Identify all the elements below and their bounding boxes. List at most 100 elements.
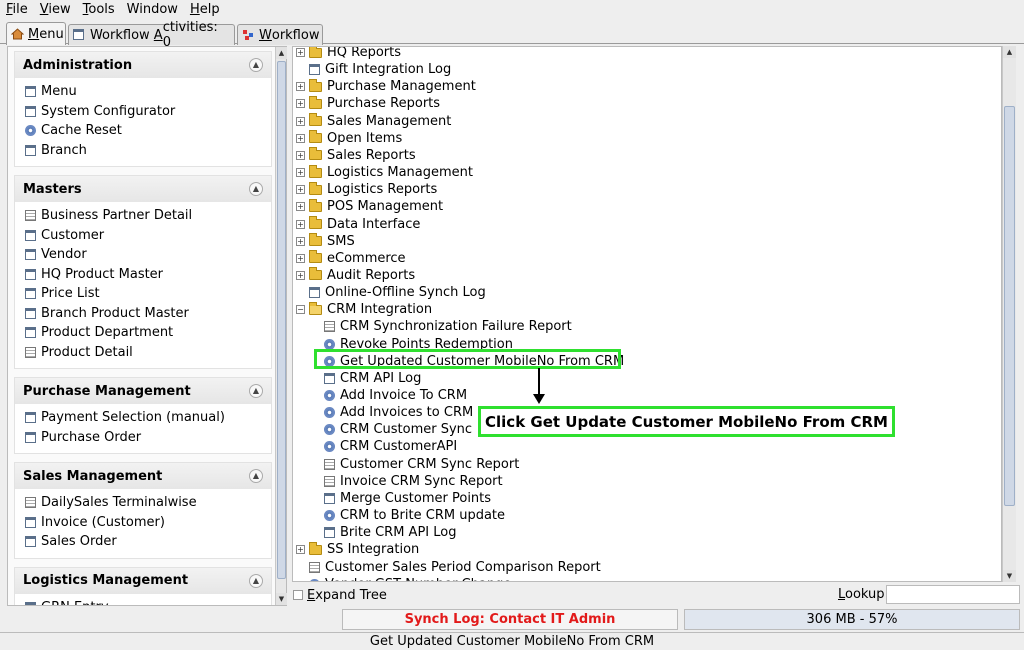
tree-scrollbar[interactable]: ▲ ▼ [1002, 46, 1016, 582]
tree-node[interactable]: CRM Synchronization Failure Report [311, 318, 572, 335]
section-header[interactable]: Logistics Management ▲ [15, 567, 271, 594]
expand-node-icon[interactable]: + [296, 236, 305, 246]
tree-node[interactable]: Customer CRM Sync Report [311, 456, 519, 473]
tree-folder[interactable]: + HQ Reports [296, 47, 401, 61]
tree-folder[interactable]: + Logistics Reports [296, 181, 437, 198]
scroll-up-icon[interactable]: ▲ [1003, 46, 1016, 58]
section-header[interactable]: Masters ▲ [15, 176, 271, 202]
expand-node-icon[interactable]: + [296, 133, 305, 143]
expand-node-icon[interactable]: + [296, 168, 305, 178]
section-header[interactable]: Purchase Management ▲ [15, 378, 271, 404]
favorite-item[interactable]: Sales Order [15, 532, 271, 552]
window-icon [309, 287, 320, 299]
favorite-item[interactable]: Vendor [15, 245, 271, 265]
tree-folder[interactable]: + Purchase Management [296, 78, 476, 95]
favorite-item[interactable]: Product Detail [15, 343, 271, 363]
tree-folder[interactable]: + Data Interface [296, 216, 420, 233]
tree-node-label: Sales Reports [327, 147, 416, 163]
tree-folder[interactable]: + POS Management [296, 198, 443, 215]
menu-window[interactable]: Window [121, 0, 184, 20]
menu-tools[interactable]: Tools [77, 0, 121, 20]
expand-node-icon[interactable]: + [296, 99, 305, 109]
favorite-item[interactable]: GRN Entry [15, 598, 271, 605]
collapse-icon[interactable]: ▲ [249, 58, 263, 72]
tree-folder[interactable]: + Open Items [296, 130, 402, 147]
expand-node-icon[interactable]: + [296, 253, 305, 263]
tree-folder[interactable]: + Logistics Management [296, 164, 473, 181]
menu-view[interactable]: View [34, 0, 77, 20]
tab-workflow-activities[interactable]: Workflow Activities: 0 [68, 20, 235, 50]
tree-folder[interactable]: + Sales Management [296, 113, 451, 130]
tree-node[interactable]: CRM to Brite CRM update [311, 507, 505, 524]
tree-folder[interactable]: + Audit Reports [296, 267, 415, 284]
tree-node[interactable]: CRM CustomerAPI [311, 438, 457, 455]
tree-folder[interactable]: + Purchase Reports [296, 95, 440, 112]
favorite-item[interactable]: HQ Product Master [15, 265, 271, 285]
checkbox-icon[interactable] [293, 590, 303, 600]
expand-node-icon[interactable]: + [296, 82, 305, 92]
scroll-down-icon[interactable]: ▼ [1003, 570, 1016, 582]
expand-node-icon[interactable]: + [296, 219, 305, 229]
tree-node[interactable]: Brite CRM API Log [311, 524, 456, 541]
collapse-node-icon[interactable]: − [296, 305, 305, 315]
scrollbar-thumb[interactable] [1004, 106, 1015, 506]
collapse-icon[interactable]: ▲ [249, 573, 263, 588]
section-header[interactable]: Sales Management ▲ [15, 463, 271, 489]
favorite-item[interactable]: Purchase Order [15, 428, 271, 448]
expand-node-icon[interactable]: + [296, 202, 305, 212]
expand-node-icon[interactable]: + [296, 150, 305, 160]
expand-node-icon[interactable]: + [296, 185, 305, 195]
scroll-up-icon[interactable]: ▲ [276, 47, 287, 59]
collapse-icon[interactable]: ▲ [249, 469, 263, 483]
tree-node[interactable]: Merge Customer Points [311, 490, 491, 507]
tree-node[interactable]: Gift Integration Log [296, 61, 451, 78]
menu-file[interactable]: File [0, 0, 34, 20]
expand-node-icon[interactable]: + [296, 270, 305, 280]
expand-node-icon[interactable]: + [296, 545, 305, 555]
collapse-icon[interactable]: ▲ [249, 182, 263, 196]
collapse-icon[interactable]: ▲ [249, 384, 263, 398]
tab-workflow[interactable]: Workflow [237, 24, 323, 45]
expand-node-icon[interactable]: + [296, 48, 305, 57]
favorite-item[interactable]: Business Partner Detail [15, 206, 271, 226]
tree-node[interactable]: Add Invoices to CRM [311, 404, 473, 421]
section-header[interactable]: Administration ▲ [15, 52, 271, 78]
favorite-item[interactable]: System Configurator [15, 102, 271, 122]
tree-folder[interactable]: + Sales Reports [296, 147, 416, 164]
favorite-item[interactable]: Payment Selection (manual) [15, 408, 271, 428]
favorites-scrollbar[interactable]: ▲ ▼ [275, 47, 287, 605]
tree-node[interactable]: Add Invoice To CRM [311, 387, 467, 404]
tree-node[interactable]: Vendor GST Number Change [296, 576, 511, 581]
favorite-item[interactable]: Cache Reset [15, 121, 271, 141]
tree-folder[interactable]: − CRM Integration [296, 301, 432, 318]
favorite-item[interactable]: Customer [15, 226, 271, 246]
tree-node[interactable]: Invoice CRM Sync Report [311, 473, 503, 490]
favorite-item[interactable]: Product Department [15, 323, 271, 343]
tab-bar: Menu Workflow Activities: 0 Workflow [0, 20, 1024, 50]
tree-folder[interactable]: + eCommerce [296, 250, 406, 267]
tree-folder[interactable]: + SMS [296, 233, 355, 250]
tree-node[interactable]: Customer Sales Period Comparison Report [296, 559, 601, 576]
favorite-item[interactable]: Price List [15, 284, 271, 304]
menu-help[interactable]: Help [184, 0, 226, 20]
tree-node[interactable]: Online-Offline Synch Log [296, 284, 486, 301]
folder-icon [309, 216, 322, 229]
memory-usage-bar[interactable]: 306 MB - 57% [684, 609, 1020, 630]
tree-folder[interactable]: + SS Integration [296, 541, 419, 558]
expand-tree-checkbox[interactable]: Expand Tree [293, 587, 387, 603]
lookup-input[interactable] [886, 585, 1020, 604]
favorite-item[interactable]: Menu [15, 82, 271, 102]
scroll-down-icon[interactable]: ▼ [276, 593, 287, 605]
favorite-item[interactable]: Invoice (Customer) [15, 513, 271, 533]
expand-node-icon[interactable]: + [296, 116, 305, 126]
favorite-item[interactable]: Branch [15, 141, 271, 161]
favorite-item[interactable]: Branch Product Master [15, 304, 271, 324]
tree-node[interactable]: CRM Customer Sync [311, 421, 472, 438]
scrollbar-thumb[interactable] [277, 61, 286, 579]
synch-log-button[interactable]: Synch Log: Contact IT Admin [342, 609, 678, 630]
tab-menu[interactable]: Menu [6, 22, 66, 45]
favorite-item[interactable]: DailySales Terminalwise [15, 493, 271, 513]
favorite-item-label: HQ Product Master [41, 266, 164, 282]
process-gear-icon [309, 578, 320, 581]
tree-node[interactable]: CRM API Log [311, 370, 421, 387]
